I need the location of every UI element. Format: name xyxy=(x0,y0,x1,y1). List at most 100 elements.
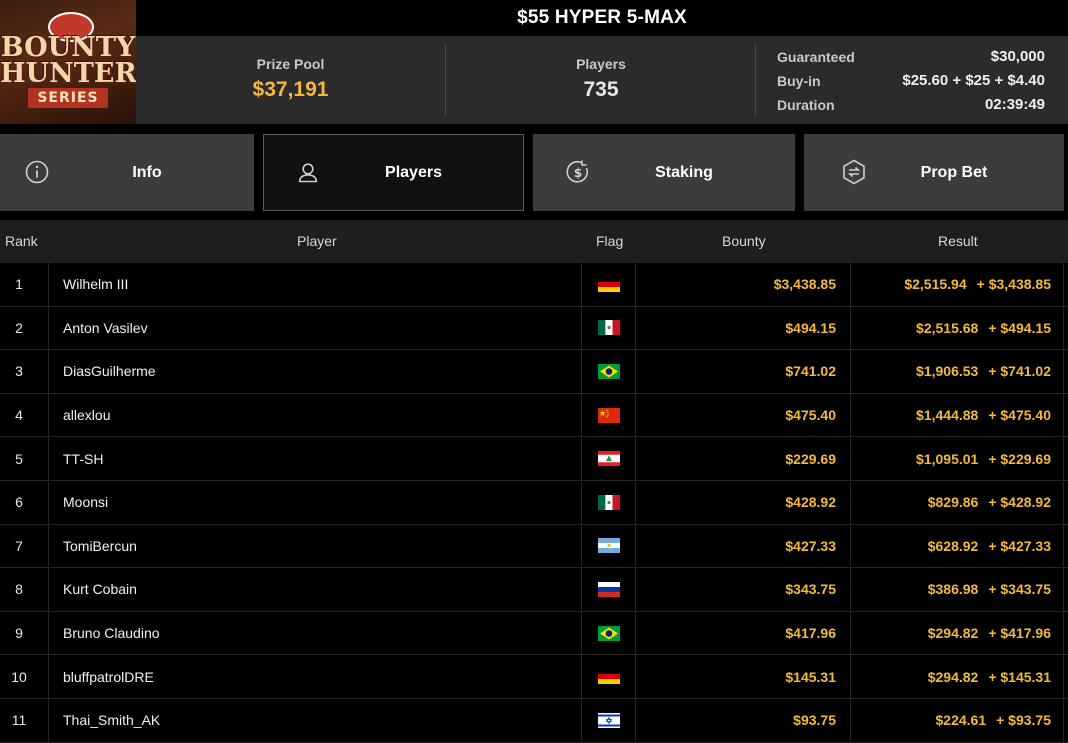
flag-cell xyxy=(582,350,636,393)
result-prize: $386.98 xyxy=(927,581,979,598)
tab-players[interactable]: Players xyxy=(263,134,524,211)
table-row[interactable]: 3 DiasGuilherme $741.02 $1,906.53 + $741.02 xyxy=(0,350,1068,394)
brazil-flag-icon xyxy=(597,363,620,379)
player-name[interactable]: TT-SH xyxy=(49,437,582,480)
rank-cell: 9 xyxy=(0,611,49,655)
result-cell: $628.92 + $427.33 xyxy=(851,524,1064,568)
player-name[interactable]: Kurt Cobain xyxy=(49,568,582,611)
player-name[interactable]: Thai_Smith_AK xyxy=(49,698,582,742)
rank-cell: 3 xyxy=(0,350,49,393)
result-prize: $1,906.53 xyxy=(916,363,979,380)
result-bounty: + $427.33 xyxy=(988,537,1051,554)
table-row[interactable]: 9 Bruno Claudino $417.96 $294.82 + $417.96 xyxy=(0,611,1068,656)
tab-staking[interactable]: $ Staking xyxy=(533,134,795,211)
table-row[interactable]: 6 Moonsi $428.92 $829.86 + $428.92 xyxy=(0,480,1068,525)
rank-cell: 10 xyxy=(0,655,49,698)
prize-pool-value: $37,191 xyxy=(252,78,329,101)
result-bounty: + $229.69 xyxy=(988,450,1051,467)
brazil-flag-icon xyxy=(597,625,620,641)
result-bounty: + $417.96 xyxy=(988,625,1051,642)
guaranteed-value: $30,000 xyxy=(990,48,1045,65)
table-row[interactable]: 8 Kurt Cobain $343.75 $386.98 + $343.75 xyxy=(0,568,1068,612)
result-cell: $2,515.94 + $3,438.85 xyxy=(851,263,1064,306)
bounty-cell: $417.96 xyxy=(636,611,851,655)
buyin-row: Buy-in $25.60 + $25 + $4.40 xyxy=(777,70,1045,94)
player-name[interactable]: Anton Vasilev xyxy=(49,306,582,350)
duration-row: Duration 02:39:49 xyxy=(777,94,1045,118)
table-row[interactable]: 11 Thai_Smith_AK $93.75 $224.61 + $93.75 xyxy=(0,698,1068,743)
china-flag-icon xyxy=(597,407,620,423)
result-cell: $294.82 + $417.96 xyxy=(851,611,1064,655)
info-icon xyxy=(25,160,49,184)
mexico-flag-icon xyxy=(597,494,620,510)
bounty-cell: $741.02 xyxy=(636,350,851,393)
rank-cell: 4 xyxy=(0,393,49,437)
result-prize: $628.92 xyxy=(927,537,979,554)
rank-cell: 6 xyxy=(0,480,49,524)
result-column-header[interactable]: Result xyxy=(938,220,978,263)
flag-cell xyxy=(582,480,636,524)
player-name[interactable]: Wilhelm III xyxy=(49,263,582,306)
logo-text-line-3: SERIES xyxy=(28,88,108,108)
result-bounty: + $428.92 xyxy=(988,494,1051,511)
flag-cell xyxy=(582,393,636,437)
player-name[interactable]: allexlou xyxy=(49,393,582,437)
player-name[interactable]: DiasGuilherme xyxy=(49,350,582,393)
result-bounty: + $3,438.85 xyxy=(976,276,1051,293)
table-row[interactable]: 7 TomiBercun $427.33 $628.92 + $427.33 xyxy=(0,524,1068,569)
table-row[interactable]: 5 TT-SH $229.69 $1,095.01 + $229.69 xyxy=(0,437,1068,481)
players-stat: Players 735 xyxy=(446,36,756,124)
player-name[interactable]: Moonsi xyxy=(49,480,582,524)
israel-flag-icon xyxy=(597,712,620,728)
rank-column-header[interactable]: Rank xyxy=(5,220,38,263)
tab-info[interactable]: Info xyxy=(0,134,254,211)
germany-flag-icon xyxy=(597,669,620,685)
mexico-flag-icon xyxy=(597,320,620,336)
duration-label: Duration xyxy=(777,97,835,113)
result-cell: $829.86 + $428.92 xyxy=(851,480,1064,524)
flag-cell xyxy=(582,524,636,568)
result-bounty: + $343.75 xyxy=(988,581,1051,598)
prize-pool-stat: Prize Pool $37,191 xyxy=(136,36,445,124)
table-row[interactable]: 1 Wilhelm III $3,438.85 $2,515.94 + $3,438.8… xyxy=(0,263,1068,307)
result-cell: $386.98 + $343.75 xyxy=(851,568,1064,611)
divider xyxy=(755,44,756,116)
result-bounty: + $494.15 xyxy=(988,319,1051,336)
svg-text:$: $ xyxy=(574,166,582,180)
result-prize: $224.61 xyxy=(935,712,987,729)
player-name[interactable]: TomiBercun xyxy=(49,524,582,568)
bounty-cell: $145.31 xyxy=(636,655,851,698)
result-cell: $2,515.68 + $494.15 xyxy=(851,306,1064,350)
table-row[interactable]: 10 bluffpatrolDRE $145.31 $294.82 + $145.31 xyxy=(0,655,1068,699)
argentina-flag-icon xyxy=(597,538,620,554)
bounty-hunters-logo: BOUNTY HUNTERS SERIES xyxy=(0,0,136,124)
user-icon xyxy=(298,163,318,183)
players-label: Players xyxy=(576,56,626,72)
bounty-cell: $428.92 xyxy=(636,480,851,524)
buyin-label: Buy-in xyxy=(777,73,821,89)
rank-cell: 8 xyxy=(0,568,49,611)
result-cell: $1,906.53 + $741.02 xyxy=(851,350,1064,393)
result-prize: $1,095.01 xyxy=(916,450,979,467)
bounty-cell: $343.75 xyxy=(636,568,851,611)
player-name[interactable]: Bruno Claudino xyxy=(49,611,582,655)
flag-column-header[interactable]: Flag xyxy=(596,220,623,263)
result-prize: $1,444.88 xyxy=(916,407,979,424)
flag-cell xyxy=(582,655,636,698)
tab-prop-bet[interactable]: Prop Bet xyxy=(804,134,1064,211)
table-header: Rank Player Flag Bounty Result xyxy=(0,220,1068,263)
rank-cell: 5 xyxy=(0,437,49,480)
bounty-column-header[interactable]: Bounty xyxy=(722,220,766,263)
flag-cell xyxy=(582,437,636,480)
bounty-cell: $475.40 xyxy=(636,393,851,437)
player-name[interactable]: bluffpatrolDRE xyxy=(49,655,582,698)
result-prize: $294.82 xyxy=(927,668,979,685)
table-row[interactable]: 4 allexlou $475.40 $1,444.88 + $475.40 xyxy=(0,393,1068,438)
result-prize: $2,515.94 xyxy=(904,276,967,293)
russia-flag-icon xyxy=(597,581,620,597)
result-bounty: + $145.31 xyxy=(988,668,1051,685)
tournament-details: Guaranteed $30,000 Buy-in $25.60 + $25 +… xyxy=(777,46,1045,118)
player-column-header[interactable]: Player xyxy=(297,220,337,263)
table-row[interactable]: 2 Anton Vasilev $494.15 $2,515.68 + $494.15 xyxy=(0,306,1068,351)
result-cell: $1,444.88 + $475.40 xyxy=(851,393,1064,437)
